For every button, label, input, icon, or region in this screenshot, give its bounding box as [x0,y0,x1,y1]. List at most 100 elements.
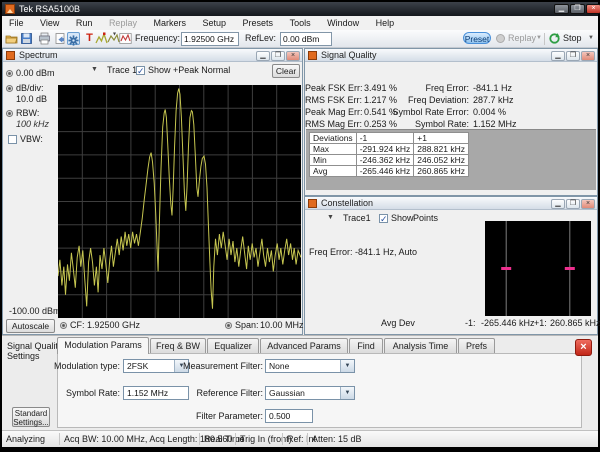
rbw-label: RBW: [16,108,39,118]
modulation-type-label: Modulation type: [32,361,120,371]
constellation-trace-dropdown-arrow[interactable]: ▼ [327,214,334,221]
rbw-value[interactable]: 100 kHz [16,119,49,129]
rbw-knob-icon[interactable] [6,110,13,117]
constellation-trace-label[interactable]: Trace1 [343,213,371,223]
standard-settings-line1: Standard [13,409,49,418]
span-knob-icon[interactable] [225,322,232,329]
preset-button[interactable]: Preset [463,32,491,44]
spectrum-plot[interactable] [58,85,301,318]
deviations-area: Deviations -1 +1 Max -291.924 kHz 288.82… [306,129,596,190]
settings-panel: Signal Quality Settings Modulation Param… [2,335,598,431]
menu-item-replay: Replay [102,16,144,30]
filter-parameter-input[interactable] [265,409,313,423]
stop-button[interactable]: Stop [563,30,582,47]
dev-min-plus1: 246.052 kHz [414,155,469,166]
signal-quality-titlebar[interactable]: Signal Quality ▁ ❒ × [305,49,597,62]
menu-item-run[interactable]: Run [69,16,100,30]
tab-advanced-params[interactable]: Advanced Params [260,338,348,353]
menu-item-setup[interactable]: Setup [196,16,234,30]
dev-avg-plus1: 260.865 kHz [414,166,469,177]
sq-value-7: 1.152 MHz [473,119,517,129]
db-div-label: dB/div: [16,83,44,93]
sq-close-button[interactable]: × [581,51,595,61]
con-close-button[interactable]: × [581,199,595,209]
spectrum-show-label: Show [148,65,171,75]
spectrum-panel-icon [6,51,15,60]
menu-item-window[interactable]: Window [320,16,366,30]
spectrum-panel-titlebar[interactable]: Spectrum ▁ ❒ × [3,49,302,62]
menu-item-markers[interactable]: Markers [146,16,193,30]
reflev-input[interactable] [280,32,332,46]
menu-item-tools[interactable]: Tools [283,16,318,30]
signal-quality-title: Signal Quality [321,50,377,60]
ref-level-knob-icon[interactable] [6,70,13,77]
open-file-icon[interactable] [5,32,18,45]
clear-button[interactable]: Clear [272,64,300,78]
spectrum-show-checkbox[interactable]: ✓ [136,66,145,75]
tab-find[interactable]: Find [349,338,383,353]
tab-freq-bw[interactable]: Freq & BW [150,338,206,353]
vbw-label: VBW: [20,134,43,144]
spectrum-trace-mode[interactable]: +Peak Normal [173,65,230,75]
sq-label-1: RMS FSK Err: [305,95,360,105]
filter-parameter-label: Filter Parameter: [167,411,263,421]
ref-level-value[interactable]: 0.00 dBm [16,68,55,78]
print-icon[interactable] [38,32,51,45]
sq-minimize-button[interactable]: ▁ [551,51,565,61]
stop-dropdown-caret[interactable]: ▼ [588,30,594,47]
constellation-titlebar[interactable]: Constellation ▁ ❒ × [305,197,597,210]
sq-label-3: RMS Mag Err: [305,119,360,129]
autoscale-button[interactable]: Autoscale [6,319,55,333]
spectrum-minimize-button[interactable]: ▁ [256,51,270,61]
replay-dropdown-caret[interactable]: ▼ [536,30,542,47]
standard-settings-button[interactable]: Standard Settings... [12,407,50,427]
sq-label-0: Peak FSK Err: [305,83,360,93]
deviations-header-0: Deviations [310,133,357,144]
settings-close-button[interactable]: × [575,339,592,356]
reference-filter-select[interactable]: Gaussian▼ [265,386,355,400]
replay-button[interactable]: Replay [508,30,536,47]
tab-modulation-params[interactable]: Modulation Params [57,337,149,354]
save-icon[interactable] [20,32,33,45]
avg-dev-plus1-label: +1: [534,318,547,328]
vbw-checkbox[interactable] [8,135,17,144]
span-value[interactable]: 10.00 MHz [260,320,304,330]
tab-prefs[interactable]: Prefs [458,338,495,353]
constellation-title: Constellation [321,198,373,208]
options-gear-button[interactable] [67,32,80,45]
constellation-points-label[interactable]: Points [413,213,438,223]
cf-value[interactable]: 1.92500 GHz [87,320,140,330]
settings-panel-label-2: Settings [7,351,40,361]
menu-item-file[interactable]: File [2,16,31,30]
menu-item-help[interactable]: Help [369,16,402,30]
spectrum-trace-label[interactable]: Trace 1 [107,65,137,75]
status-bar: Analyzing Acq BW: 10.00 MHz, Acq Length:… [2,430,598,447]
window-close-button[interactable]: × [586,4,600,14]
sq-maximize-button[interactable]: ❒ [566,51,580,61]
frequency-input[interactable] [181,32,239,46]
spectrum-maximize-button[interactable]: ❒ [271,51,285,61]
spectrum-close-button[interactable]: × [286,51,300,61]
constellation-plot[interactable] [485,221,591,316]
trace-waveform-icon[interactable] [119,32,132,45]
menu-item-view[interactable]: View [33,16,66,30]
trace-dropdown-arrow[interactable]: ▼ [91,66,98,73]
menu-item-presets[interactable]: Presets [236,16,281,30]
window-maximize-button[interactable]: ❒ [570,4,585,14]
constellation-show-checkbox[interactable]: ✓ [379,214,388,223]
cf-knob-icon[interactable] [60,322,67,329]
reference-filter-caret: ▼ [340,387,354,399]
tab-equalizer[interactable]: Equalizer [207,338,259,353]
db-div-knob-icon[interactable] [6,85,13,92]
title-bar: Tek RSA5100B ▁ ❒ × [2,2,598,16]
avg-dev-label: Avg Dev [381,318,415,328]
constellation-show-label: Show [391,213,414,223]
db-div-value[interactable]: 10.0 dB [16,94,47,104]
con-minimize-button[interactable]: ▁ [551,199,565,209]
measurement-filter-select[interactable]: None▼ [265,359,355,373]
window-minimize-button[interactable]: ▁ [554,4,569,14]
tab-analysis-time[interactable]: Analysis Time [384,338,457,353]
options-gear-icon [68,35,79,46]
con-maximize-button[interactable]: ❒ [566,199,580,209]
paste-settings-icon[interactable] [54,32,67,45]
